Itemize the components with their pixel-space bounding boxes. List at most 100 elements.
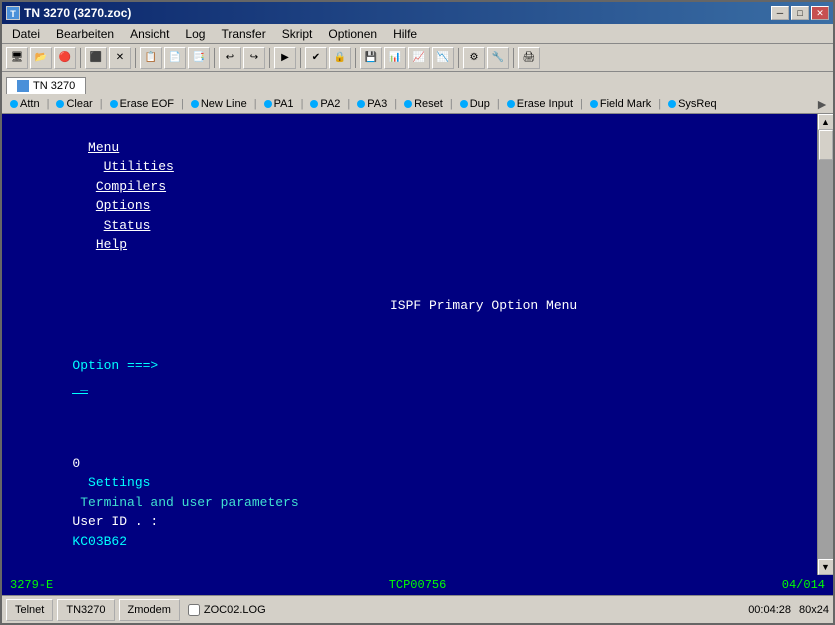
btn-pa1[interactable]: PA1	[260, 98, 298, 110]
btn-erase-input[interactable]: Erase Input	[503, 98, 577, 110]
scroll-thumb[interactable]	[819, 130, 833, 160]
minimize-button[interactable]: ─	[771, 6, 789, 20]
toolbar-btn-17[interactable]: 📉	[432, 47, 454, 69]
row0-num: 0	[72, 456, 80, 471]
toolbar-sep-4	[269, 48, 270, 68]
menu-bearbeiten[interactable]: Bearbeiten	[48, 25, 122, 43]
menu-options[interactable]: Options	[96, 198, 151, 213]
tab-tn3270[interactable]: TN 3270	[6, 77, 86, 94]
toolbar-btn-14[interactable]: 💾	[360, 47, 382, 69]
toolbar-btn-1[interactable]: 🖥	[6, 47, 28, 69]
menu-help[interactable]: Help	[96, 237, 127, 252]
erase-input-indicator	[507, 100, 515, 108]
main-window: T TN 3270 (3270.zoc) ─ □ ✕ Datei Bearbei…	[0, 0, 835, 625]
toolbar-btn-7[interactable]: 📄	[164, 47, 186, 69]
menu-compilers[interactable]: Compilers	[96, 179, 166, 194]
clear-label: Clear	[66, 98, 92, 110]
menu-optionen[interactable]: Optionen	[320, 25, 385, 43]
btn-pa3[interactable]: PA3	[353, 98, 391, 110]
btn-dup[interactable]: Dup	[456, 98, 494, 110]
option-cursor[interactable]: _	[72, 378, 88, 394]
log-checkbox[interactable]	[188, 604, 200, 616]
menu-utilities[interactable]: Utilities	[104, 159, 174, 174]
taskbar: Telnet TN3270 Zmodem ZOC02.LOG 00:04:28 …	[2, 595, 833, 623]
title-bar: T TN 3270 (3270.zoc) ─ □ ✕	[2, 2, 833, 24]
menu-hilfe[interactable]: Hilfe	[385, 25, 425, 43]
toolbar-sep-1	[80, 48, 81, 68]
toolbar-btn-4[interactable]: ⬛	[85, 47, 107, 69]
menu-status[interactable]: Status	[104, 218, 151, 233]
new-line-label: New Line	[201, 98, 247, 110]
toolbar-btn-6[interactable]: 📋	[140, 47, 162, 69]
attn-indicator	[10, 100, 18, 108]
toolbar-sep-5	[300, 48, 301, 68]
erase-input-label: Erase Input	[517, 98, 573, 110]
toolbar-sep-7	[458, 48, 459, 68]
log-label: ZOC02.LOG	[204, 604, 266, 616]
toolbar-btn-20[interactable]: 🖨	[518, 47, 540, 69]
taskbar-telnet-label: Telnet	[15, 604, 44, 616]
menu-datei[interactable]: Datei	[4, 25, 48, 43]
blank-line-1	[10, 415, 809, 435]
toolbar-btn-11[interactable]: ▶	[274, 47, 296, 69]
pa1-indicator	[264, 100, 272, 108]
toolbar-btn-12[interactable]: ✔	[305, 47, 327, 69]
clear-indicator	[56, 100, 64, 108]
btn-sysreq[interactable]: SysReq	[664, 98, 721, 110]
btn-field-mark[interactable]: Field Mark	[586, 98, 655, 110]
toolbar-btn-5[interactable]: ✕	[109, 47, 131, 69]
taskbar-tn3270-label: TN3270	[66, 604, 105, 616]
taskbar-tn3270[interactable]: TN3270	[57, 599, 114, 621]
menu-log[interactable]: Log	[177, 25, 213, 43]
scroll-track[interactable]	[818, 130, 833, 559]
btn-pa2[interactable]: PA2	[306, 98, 344, 110]
menu-transfer[interactable]: Transfer	[213, 25, 273, 43]
taskbar-zmodem-label: Zmodem	[128, 604, 171, 616]
btn-attn[interactable]: Attn	[6, 98, 44, 110]
sysreq-label: SysReq	[678, 98, 717, 110]
pa2-label: PA2	[320, 98, 340, 110]
btn-clear[interactable]: Clear	[52, 98, 96, 110]
toolbar-btn-13[interactable]: 🔒	[329, 47, 351, 69]
option-line: Option ===> _	[10, 337, 809, 415]
taskbar-time: 00:04:28	[748, 604, 791, 616]
reset-label: Reset	[414, 98, 443, 110]
taskbar-size: 80x24	[799, 604, 829, 616]
reset-indicator	[404, 100, 412, 108]
menu-skript[interactable]: Skript	[274, 25, 321, 43]
menu-menu[interactable]: Menu	[88, 140, 119, 155]
window-title: TN 3270 (3270.zoc)	[24, 6, 131, 20]
field-mark-indicator	[590, 100, 598, 108]
toolbar-btn-2[interactable]: 📂	[30, 47, 52, 69]
toolbar-btn-18[interactable]: ⚙	[463, 47, 485, 69]
close-button[interactable]: ✕	[811, 6, 829, 20]
btn-erase-eof[interactable]: Erase EOF	[106, 98, 178, 110]
pa1-label: PA1	[274, 98, 294, 110]
toolbar-btn-3[interactable]: 🔴	[54, 47, 76, 69]
scroll-down-button[interactable]: ▼	[818, 559, 834, 575]
terminal-container: Menu Utilities Compilers Options Status …	[2, 114, 833, 575]
row0-right-label: User ID . :	[72, 514, 166, 529]
row0-cmd[interactable]: Settings	[72, 475, 181, 490]
button-row: Attn | Clear | Erase EOF | New Line | PA…	[2, 94, 833, 114]
btn-new-line[interactable]: New Line	[187, 98, 251, 110]
taskbar-zmodem[interactable]: Zmodem	[119, 599, 180, 621]
toolbar-btn-19[interactable]: 🔧	[487, 47, 509, 69]
toolbar-sep-8	[513, 48, 514, 68]
toolbar-btn-16[interactable]: 📈	[408, 47, 430, 69]
menu-bar: Datei Bearbeiten Ansicht Log Transfer Sk…	[2, 24, 833, 44]
toolbar-btn-8[interactable]: 📑	[188, 47, 210, 69]
toolbar-btn-15[interactable]: 📊	[384, 47, 406, 69]
app-icon: T	[6, 6, 20, 20]
terminal[interactable]: Menu Utilities Compilers Options Status …	[2, 114, 817, 575]
status-bar: 3279-E TCP00756 04/014	[2, 575, 833, 595]
scroll-up-button[interactable]: ▲	[818, 114, 834, 130]
btn-reset[interactable]: Reset	[400, 98, 447, 110]
toolbar-btn-10[interactable]: ↪	[243, 47, 265, 69]
tab-label: TN 3270	[33, 80, 75, 92]
taskbar-telnet[interactable]: Telnet	[6, 599, 53, 621]
menu-ansicht[interactable]: Ansicht	[122, 25, 177, 43]
dup-label: Dup	[470, 98, 490, 110]
maximize-button[interactable]: □	[791, 6, 809, 20]
toolbar-btn-9[interactable]: ↩	[219, 47, 241, 69]
